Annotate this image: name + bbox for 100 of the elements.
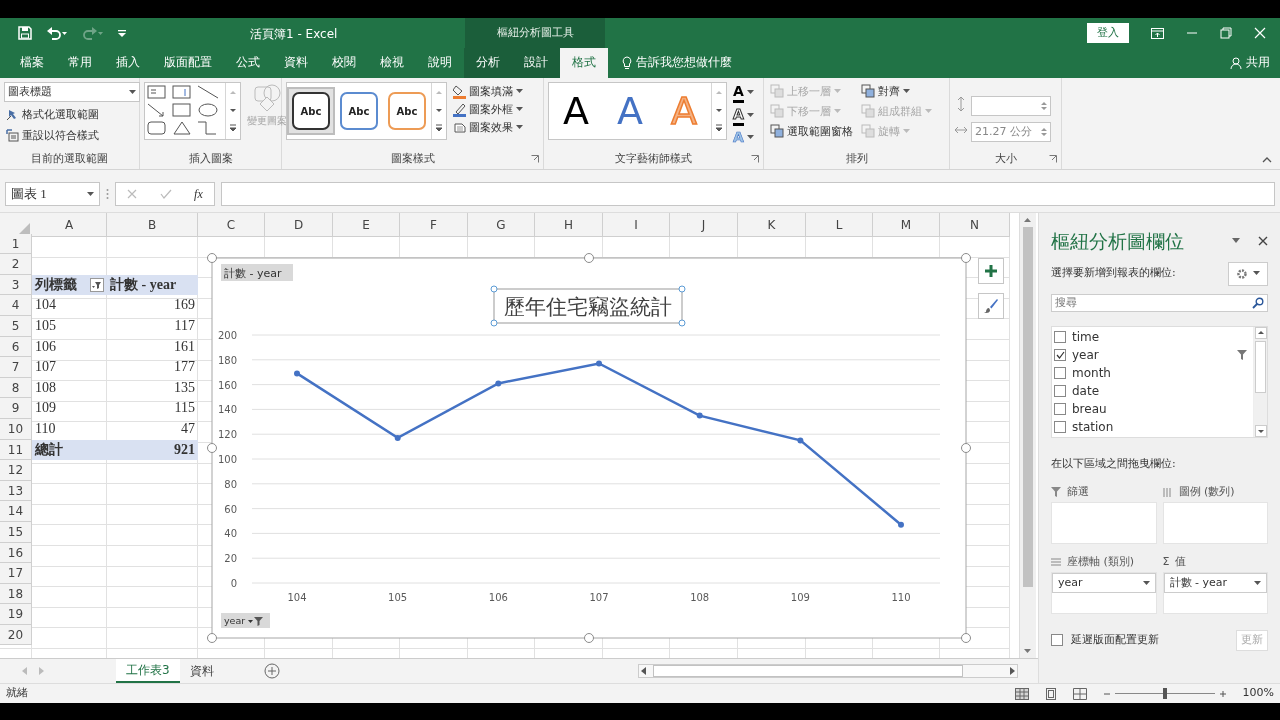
resize-handle[interactable]: [207, 443, 217, 453]
row-header[interactable]: 4: [0, 295, 32, 316]
customize-icon[interactable]: [118, 29, 126, 37]
shape-style-preset[interactable]: Abc: [388, 92, 426, 130]
field-name[interactable]: date: [1072, 381, 1100, 400]
chart-title[interactable]: 歷年住宅竊盜統計: [490, 285, 686, 327]
ribbon-tab[interactable]: 校閱: [320, 48, 368, 78]
resize-handle[interactable]: [584, 253, 594, 263]
checkbox[interactable]: [1054, 384, 1066, 397]
chart-elements-button[interactable]: [978, 258, 1004, 284]
zoom-thumb[interactable]: [1162, 688, 1167, 699]
horizontal-scrollbar[interactable]: [638, 664, 1018, 678]
row-header[interactable]: 14: [0, 501, 32, 522]
scroll-thumb[interactable]: [653, 665, 963, 677]
width-field[interactable]: 21.27 公分: [971, 122, 1051, 142]
row-header[interactable]: 7: [0, 357, 32, 378]
column-header[interactable]: B: [107, 213, 198, 237]
ribbon-tab[interactable]: 公式: [224, 48, 272, 78]
align-button[interactable]: 對齊: [859, 82, 934, 100]
row-header[interactable]: 5: [0, 315, 32, 337]
column-header[interactable]: I: [603, 213, 670, 237]
column-header[interactable]: J: [670, 213, 738, 237]
insert-function-button[interactable]: fx: [194, 185, 203, 203]
row-header[interactable]: 8: [0, 377, 32, 399]
checkbox[interactable]: [1054, 402, 1066, 415]
ribbon-tab[interactable]: 格式: [560, 48, 608, 78]
tell-me-search[interactable]: 告訴我您想做什麼: [608, 48, 732, 78]
row-header[interactable]: 9: [0, 398, 32, 419]
data-point[interactable]: [495, 380, 502, 387]
row-header[interactable]: 19: [0, 604, 32, 625]
resize-handle[interactable]: [207, 253, 217, 263]
zoom-in-icon[interactable]: [1218, 689, 1227, 698]
checkbox[interactable]: [1054, 348, 1066, 361]
checkbox[interactable]: [1051, 634, 1063, 647]
ribbon-tab[interactable]: 資料: [272, 48, 320, 78]
checkbox[interactable]: [1054, 420, 1066, 433]
column-header[interactable]: L: [806, 213, 873, 237]
row-header[interactable]: 15: [0, 521, 32, 543]
page-layout-icon[interactable]: [1044, 687, 1057, 700]
reset-style-button[interactable]: 重設以符合樣式: [4, 126, 135, 144]
undo-icon[interactable]: [46, 26, 68, 40]
normal-view-icon[interactable]: [1014, 687, 1029, 700]
row-header[interactable]: 2: [0, 254, 32, 275]
share-button[interactable]: 共用: [1230, 48, 1270, 78]
zoom-level[interactable]: 100%: [1242, 685, 1274, 702]
wordart-preset[interactable]: A: [563, 88, 589, 134]
data-point[interactable]: [394, 434, 401, 441]
column-header[interactable]: D: [265, 213, 333, 237]
row-header[interactable]: 20: [0, 624, 32, 646]
column-header[interactable]: K: [738, 213, 806, 237]
format-selection-button[interactable]: 格式化選取範圍: [4, 105, 135, 123]
restore-icon[interactable]: [1220, 27, 1232, 39]
save-icon[interactable]: [18, 26, 32, 40]
scroll-right-icon[interactable]: [1007, 665, 1017, 677]
chart-styles-button[interactable]: [978, 293, 1004, 319]
dialog-launcher-icon[interactable]: [751, 155, 759, 163]
filter-dropdown-icon[interactable]: [90, 278, 104, 293]
spin-icon[interactable]: [1041, 100, 1047, 112]
sheet-tab[interactable]: 資料: [179, 659, 224, 683]
add-sheet-icon[interactable]: [263, 663, 280, 679]
shape-style-preset[interactable]: Abc: [340, 92, 378, 130]
wordart-preset[interactable]: A: [617, 88, 643, 134]
scroll-down-icon[interactable]: [1254, 424, 1267, 437]
data-point[interactable]: [898, 521, 904, 528]
row-header[interactable]: 18: [0, 583, 32, 605]
field-button[interactable]: 計數 - year: [221, 264, 293, 281]
page-break-icon[interactable]: [1072, 687, 1087, 700]
height-field[interactable]: [971, 96, 1051, 116]
resize-handle[interactable]: [207, 633, 217, 643]
drop-area[interactable]: 計數 - year: [1162, 572, 1268, 614]
scroll-thumb[interactable]: [1023, 227, 1033, 587]
sign-in-button[interactable]: 登入: [1087, 23, 1129, 43]
checkbox[interactable]: [1054, 366, 1066, 379]
field-name[interactable]: month: [1072, 363, 1111, 382]
drop-area[interactable]: year: [1051, 572, 1157, 614]
resize-handle[interactable]: [961, 253, 971, 263]
column-header[interactable]: H: [535, 213, 603, 237]
column-header[interactable]: E: [333, 213, 400, 237]
row-header[interactable]: 13: [0, 480, 32, 502]
row-header[interactable]: 12: [0, 460, 32, 481]
row-header[interactable]: 17: [0, 563, 32, 584]
checkbox[interactable]: [1054, 330, 1066, 343]
column-header[interactable]: C: [198, 213, 265, 237]
column-header[interactable]: M: [873, 213, 940, 237]
ribbon-tab[interactable]: 插入: [104, 48, 152, 78]
ribbon-tab[interactable]: 分析: [464, 48, 512, 78]
ribbon-tab[interactable]: 常用: [56, 48, 104, 78]
ribbon-display-icon[interactable]: [1151, 27, 1164, 39]
close-icon[interactable]: [1258, 236, 1268, 247]
formula-input[interactable]: [221, 182, 1275, 206]
area-field-button[interactable]: year: [1052, 573, 1156, 593]
resize-handle[interactable]: [584, 633, 594, 643]
ribbon-tab[interactable]: 檔案: [8, 48, 56, 78]
scroll-thumb[interactable]: [1255, 340, 1266, 393]
ribbon-tab[interactable]: 說明: [416, 48, 464, 78]
shape-effects-button[interactable]: 圖案效果: [451, 118, 525, 136]
field-name[interactable]: time: [1072, 327, 1100, 346]
area-field-button[interactable]: 計數 - year: [1163, 573, 1267, 593]
column-header[interactable]: F: [400, 213, 468, 237]
field-name[interactable]: year: [1072, 345, 1099, 364]
